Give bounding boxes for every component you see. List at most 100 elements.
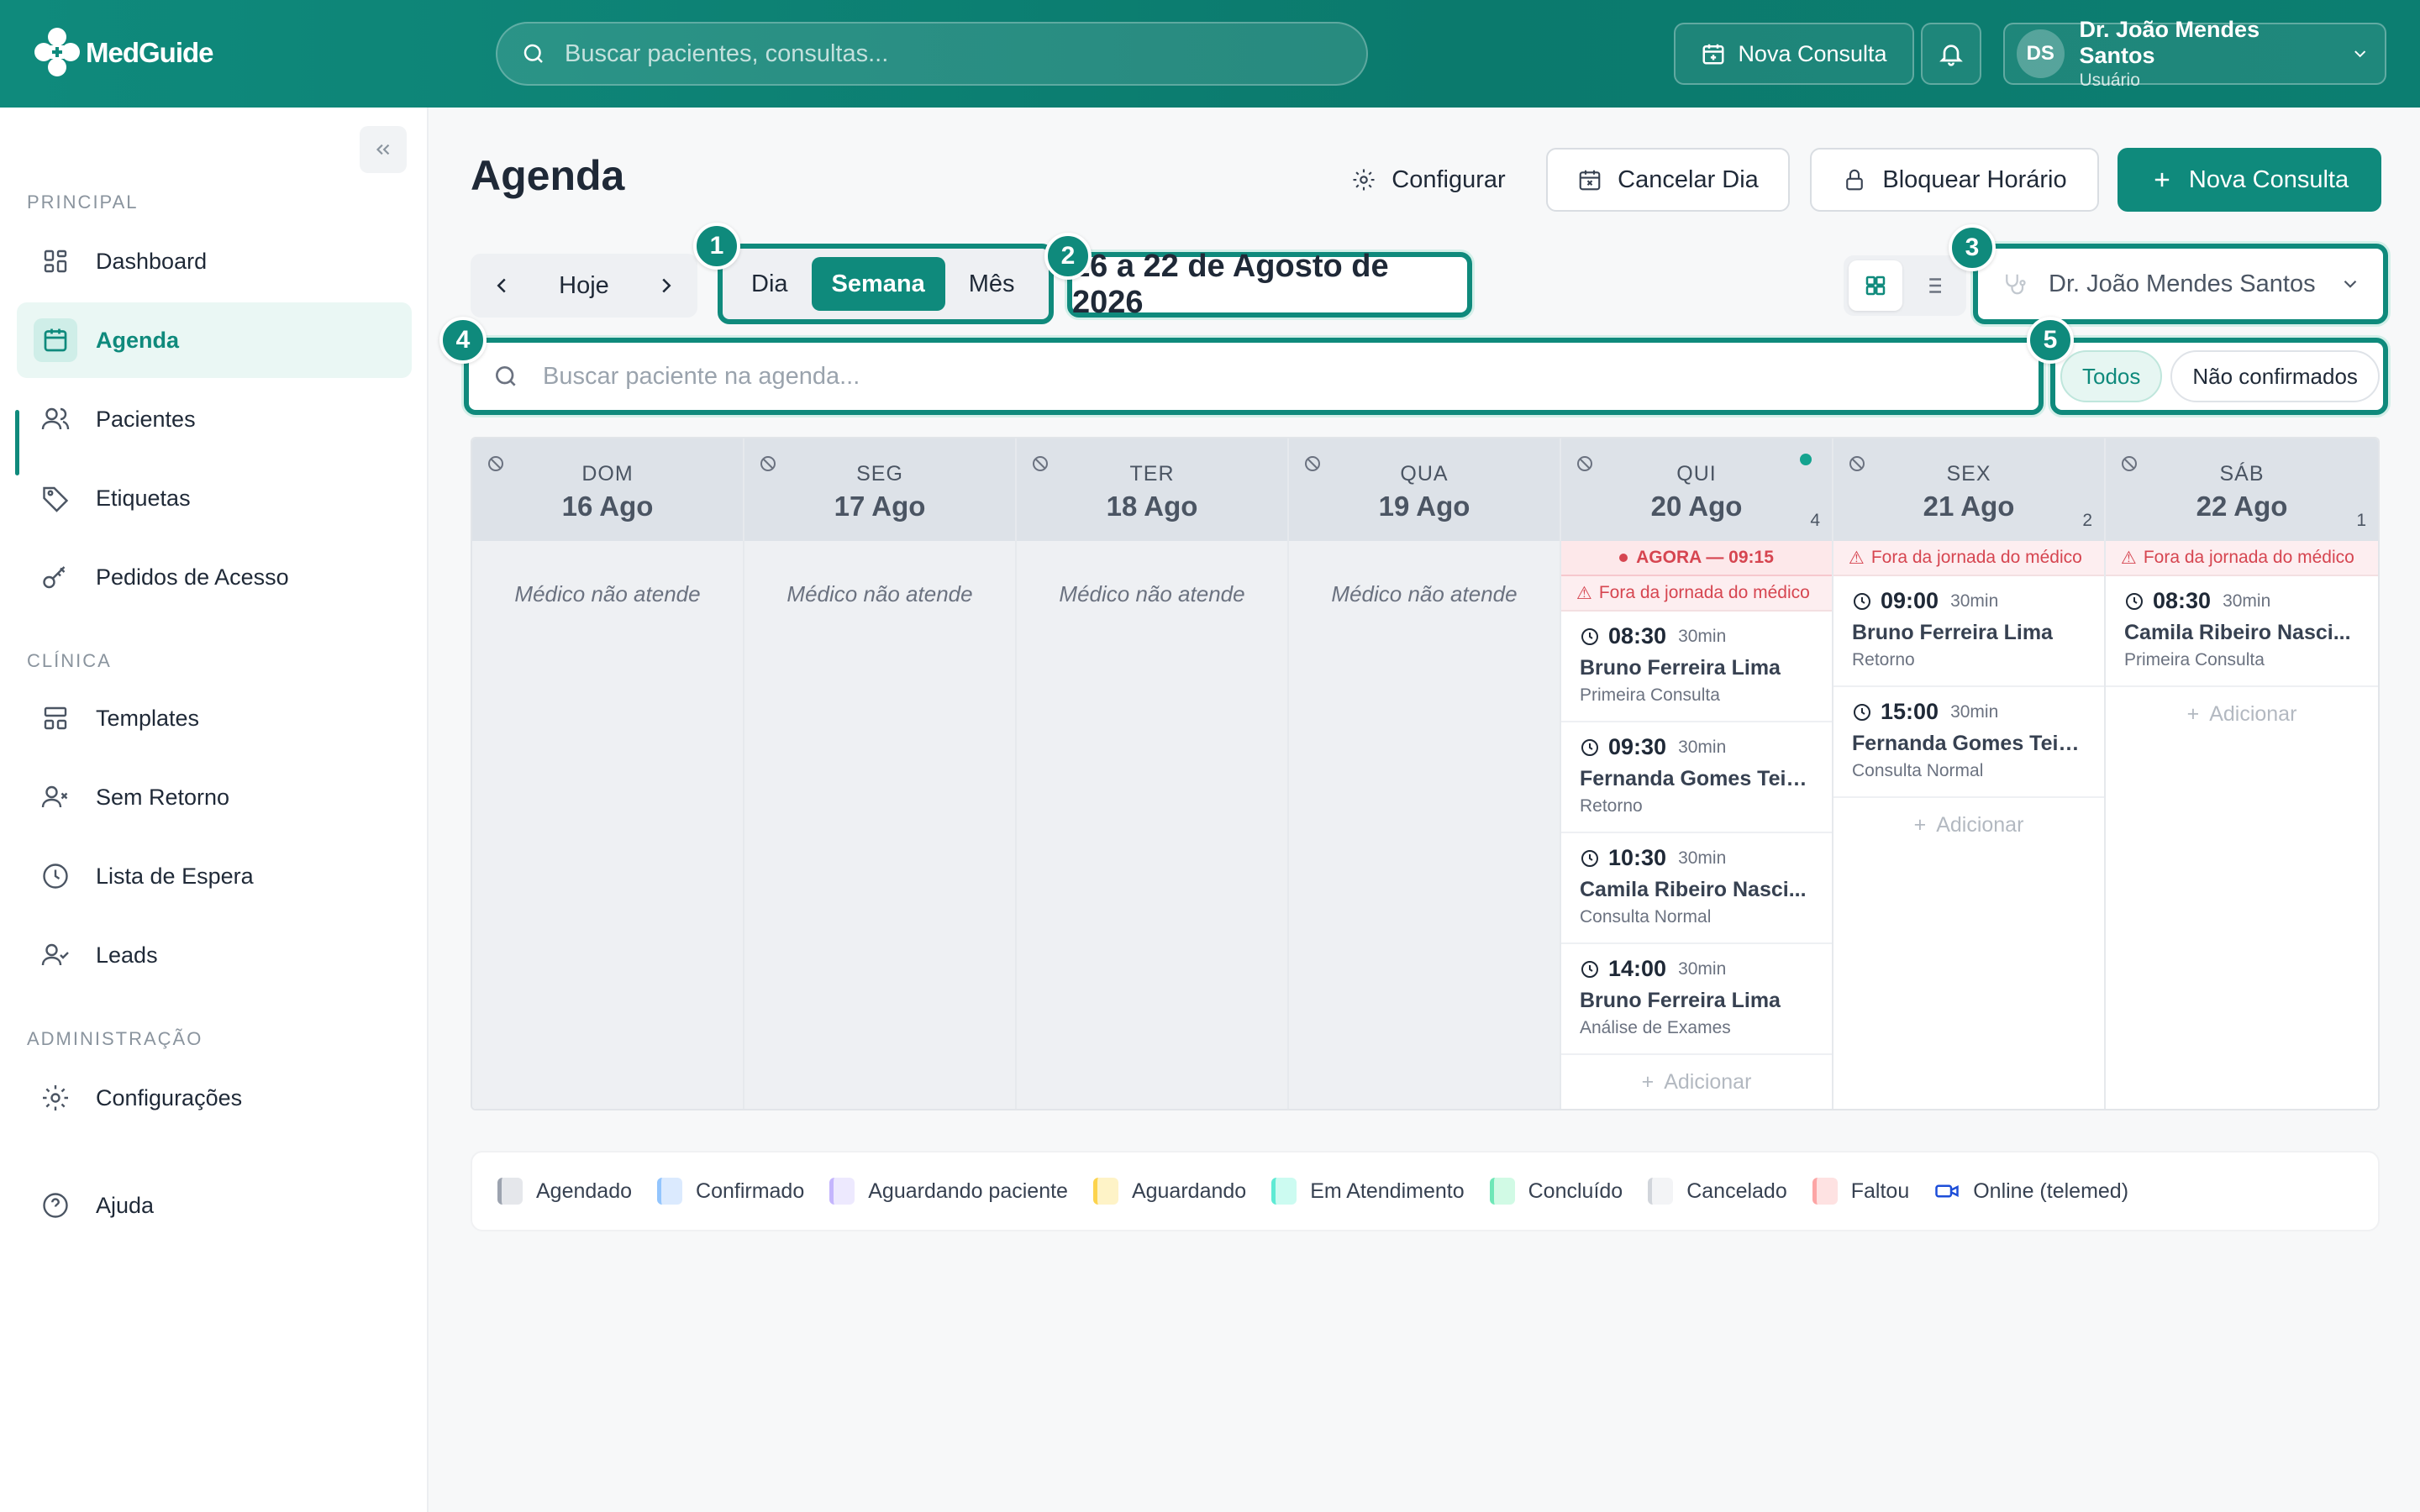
calendar-icon	[44, 328, 67, 352]
gear-icon	[1353, 169, 1375, 191]
appointment-card[interactable]: 14:00 30min Bruno Ferreira Lima Análise …	[1561, 944, 1832, 1055]
clock-icon	[1581, 627, 1598, 645]
appointment-type: Retorno	[1580, 796, 1643, 816]
grid-icon	[1865, 276, 1886, 296]
appointment-duration: 30min	[1678, 848, 1727, 868]
collapse-sidebar-button[interactable]	[360, 126, 407, 173]
marker-5: 5	[2027, 317, 2074, 364]
agenda-search[interactable]	[464, 338, 2044, 415]
legend-item: Confirmado	[657, 1178, 804, 1205]
add-appointment-button[interactable]: + Adicionar	[1833, 798, 2104, 852]
add-label: Adicionar	[1664, 1069, 1752, 1094]
appointment-card[interactable]: 09:30 30min Fernanda Gomes Teix... Retor…	[1561, 722, 1832, 833]
cancel-day-button[interactable]: Cancelar Dia	[1546, 148, 1790, 212]
appointment-time: 10:30	[1608, 845, 1667, 870]
users-icon	[41, 407, 70, 430]
day-date: 16 Ago	[561, 491, 654, 522]
appointment-time-row: 15:00 30min	[1852, 699, 2086, 725]
grid-view-button[interactable]	[1849, 260, 1902, 311]
appointment-card[interactable]: 15:00 30min Fernanda Gomes Teix... Consu…	[1833, 687, 2104, 798]
sidebar-item-pedidos[interactable]: Pedidos de Acesso	[17, 539, 412, 615]
user-role: Usuário	[2079, 71, 2140, 90]
cancel-day-label: Cancelar Dia	[1618, 165, 1759, 193]
tab-semana[interactable]: Semana	[811, 257, 945, 311]
appointment-card[interactable]: 10:30 30min Camila Ribeiro Nasci... Cons…	[1561, 833, 1832, 944]
day-of-week: QUI	[1676, 462, 1717, 486]
sidebar-item-label: Etiquetas	[96, 485, 191, 511]
day-body: Médico não atende	[472, 541, 743, 1109]
user-menu[interactable]: DS Dr. João Mendes Santos Usuário	[2003, 17, 2386, 90]
doctor-select[interactable]: Dr. João Mendes Santos	[1973, 244, 2388, 324]
day-of-week: TER	[1129, 462, 1175, 486]
off-hours-warning: ⚠ Fora da jornada do médico	[1833, 541, 2104, 576]
today-button[interactable]: Hoje	[559, 272, 609, 300]
appointment-duration: 30min	[1678, 737, 1727, 757]
video-icon	[1935, 1184, 1959, 1198]
new-consult-button[interactable]: Nova Consulta	[2118, 148, 2381, 212]
chevron-right-icon[interactable]	[654, 273, 679, 298]
help-circle-icon	[43, 1193, 68, 1218]
day-column-today: QUI 20 Ago 4 AGORA — 09:15 ⚠ Fora da jor…	[1561, 438, 1833, 1109]
chevron-down-icon	[2344, 280, 2357, 288]
sidebar-item-sem-retorno[interactable]: Sem Retorno	[17, 759, 412, 835]
clock-icon	[43, 864, 68, 889]
appointment-time: 09:00	[1881, 588, 1939, 613]
appointment-time: 08:30	[2153, 588, 2212, 613]
sidebar-item-pacientes[interactable]: Pacientes	[17, 381, 412, 457]
dashboard-icon	[44, 249, 67, 273]
configure-button[interactable]: Configurar	[1336, 148, 1521, 212]
appointment-card[interactable]: 08:30 30min Camila Ribeiro Nasci... Prim…	[2106, 576, 2378, 687]
top-new-consult-button[interactable]: Nova Consulta	[1674, 23, 1914, 85]
add-appointment-button[interactable]: + Adicionar	[1561, 1055, 1832, 1109]
appointment-card[interactable]: 09:00 30min Bruno Ferreira Lima Retorno	[1833, 576, 2104, 687]
search-icon	[496, 366, 516, 386]
sidebar-item-ajuda[interactable]: Ajuda	[17, 1168, 412, 1243]
appointment-time: 09:30	[1608, 734, 1667, 759]
day-body: Médico não atende	[1017, 541, 1287, 1109]
clock-icon	[1581, 960, 1598, 978]
sidebar-item-configuracoes[interactable]: Configurações	[17, 1060, 412, 1136]
not-attending-text: Médico não atende	[514, 581, 701, 606]
sidebar-item-dashboard[interactable]: Dashboard	[17, 223, 412, 299]
off-hours-label: Fora da jornada do médico	[1870, 548, 2082, 567]
legend-item: Aguardando	[1092, 1178, 1246, 1205]
plus-icon	[2154, 172, 2170, 187]
tab-dia[interactable]: Dia	[731, 257, 808, 311]
global-search[interactable]	[496, 22, 1368, 86]
chevron-down-icon	[2354, 50, 2365, 58]
clock-icon	[1854, 592, 1870, 610]
block-time-button[interactable]: Bloquear Horário	[1810, 148, 2099, 212]
add-appointment-button[interactable]: + Adicionar	[2106, 687, 2378, 741]
section-title-principal: PRINCIPAL	[27, 192, 139, 213]
sidebar-item-label: Configurações	[96, 1084, 243, 1110]
day-body: Médico não atende	[1289, 541, 1560, 1109]
legend-swatch	[1648, 1178, 1674, 1205]
new-consult-label: Nova Consulta	[2188, 165, 2349, 193]
logo[interactable]: MedGuide	[32, 27, 214, 79]
legend-label: Agendado	[536, 1179, 633, 1203]
app-name: MedGuide	[86, 37, 214, 68]
filter-nao-confirmados[interactable]: Não confirmados	[2170, 350, 2380, 402]
appointment-patient: Fernanda Gomes Teix...	[1852, 732, 2086, 755]
legend-swatch	[497, 1178, 523, 1205]
filter-todos[interactable]: Todos	[2060, 350, 2163, 402]
sidebar-item-leads[interactable]: Leads	[17, 917, 412, 993]
list-view-button[interactable]	[1906, 260, 1960, 311]
tab-mes[interactable]: Mês	[949, 257, 1035, 311]
notifications-button[interactable]	[1921, 23, 1981, 85]
appointment-card[interactable]: 08:30 30min Bruno Ferreira Lima Primeira…	[1561, 612, 1832, 722]
appointment-count: 1	[2356, 511, 2366, 530]
sidebar-item-templates[interactable]: Templates	[17, 680, 412, 756]
plus-icon: +	[1641, 1069, 1655, 1094]
chevron-left-icon[interactable]	[489, 273, 514, 298]
week-calendar: DOM 16 Ago Médico não atende SEG 17 Ago …	[471, 437, 2380, 1110]
appointment-type: Análise de Exames	[1580, 1018, 1731, 1037]
status-filter: Todos Não confirmados	[2050, 338, 2388, 415]
user-info: Dr. João Mendes Santos Usuário	[2080, 17, 2335, 91]
calendar-x-icon	[1579, 170, 1601, 191]
global-search-input[interactable]	[565, 39, 1321, 68]
sidebar-item-agenda[interactable]: Agenda	[17, 302, 412, 378]
agenda-search-input[interactable]	[543, 362, 1971, 391]
sidebar-item-etiquetas[interactable]: Etiquetas	[17, 460, 412, 536]
sidebar-item-lista-espera[interactable]: Lista de Espera	[17, 838, 412, 914]
